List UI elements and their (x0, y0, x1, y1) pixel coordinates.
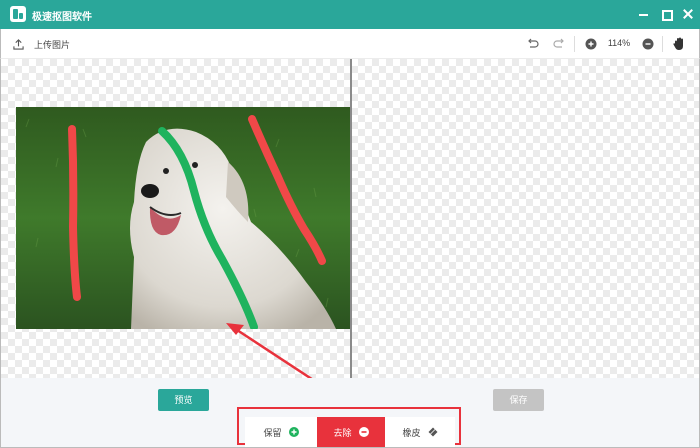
upload-image-button[interactable]: 上传图片 (13, 37, 70, 51)
bottom-bar: 预览 保存 保留 去除 橡皮 (0, 378, 700, 448)
title-bar: 极速抠图软件 (0, 0, 700, 29)
save-button[interactable]: 保存 (493, 389, 544, 411)
maximize-icon[interactable] (658, 6, 674, 22)
close-icon[interactable] (680, 6, 696, 22)
preview-button[interactable]: 预览 (158, 389, 209, 411)
upload-icon (13, 38, 24, 50)
plus-circle-icon (288, 427, 299, 437)
zoom-in-icon[interactable] (583, 36, 599, 52)
eraser-icon (428, 427, 438, 437)
upload-label: 上传图片 (34, 39, 71, 50)
minus-circle-icon (358, 427, 369, 437)
app-logo-icon (10, 6, 26, 22)
minimize-icon[interactable] (636, 6, 652, 22)
app-title: 极速抠图软件 (32, 12, 92, 23)
remove-tool-label: 去除 (333, 427, 352, 438)
toolbar-divider (574, 36, 575, 52)
toolbar-divider (662, 36, 663, 52)
undo-icon[interactable] (524, 36, 540, 52)
canvas-area[interactable] (0, 59, 700, 378)
toolbar: 上传图片 114% (0, 29, 700, 59)
remove-tool-button[interactable]: 去除 (317, 417, 385, 447)
redo-icon[interactable] (552, 36, 568, 52)
eraser-tool-button[interactable]: 橡皮 (385, 417, 455, 447)
canvas-divider (350, 59, 352, 378)
eraser-tool-label: 橡皮 (402, 427, 421, 438)
keep-tool-button[interactable]: 保留 (245, 417, 317, 447)
zoom-out-icon[interactable] (640, 36, 656, 52)
source-photo[interactable] (16, 107, 350, 329)
keep-tool-label: 保留 (263, 427, 282, 438)
zoom-level: 114% (607, 38, 631, 48)
dog-photo-image (16, 107, 350, 329)
hand-pan-icon[interactable] (671, 36, 687, 52)
